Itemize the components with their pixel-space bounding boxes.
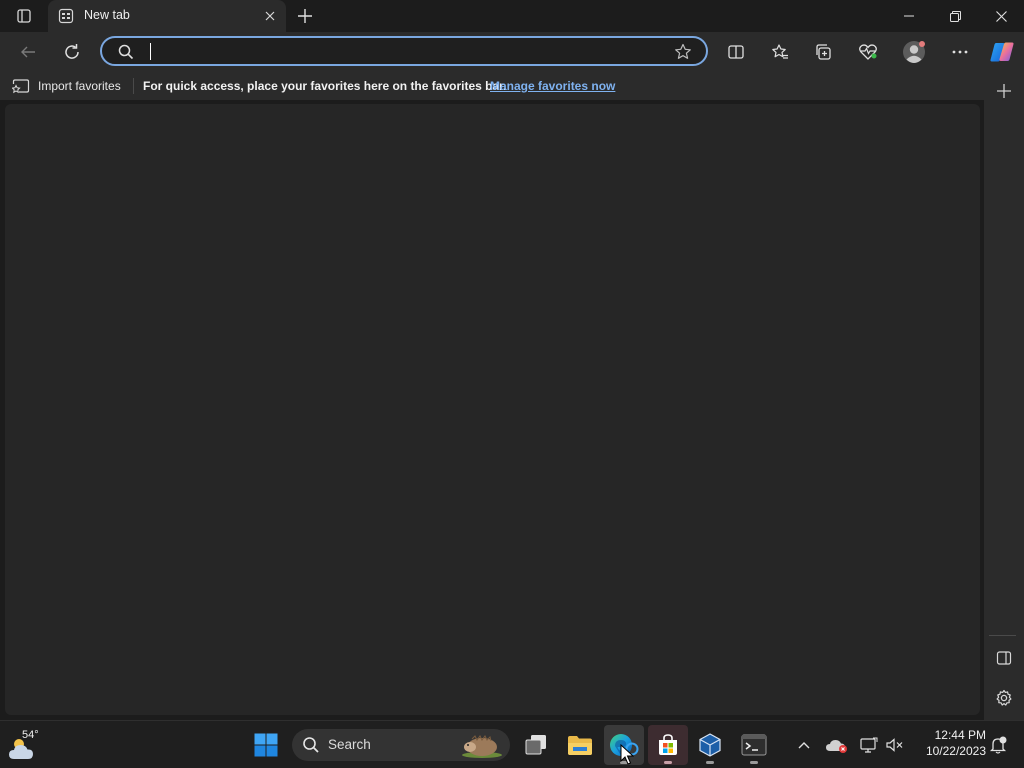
more-icon [952,50,968,54]
copilot-icon [990,42,1014,62]
file-explorer-icon [568,736,592,755]
search-label: Search [328,737,371,752]
browser-essentials-icon [859,44,877,60]
sidebar-toggle-icon [996,651,1012,665]
new-tab-favicon-icon [58,8,74,24]
close-icon [995,10,1007,22]
restore-button[interactable] [932,0,978,32]
close-icon [265,11,275,21]
collections-icon [816,44,831,60]
windows-start-icon [254,733,278,757]
settings-icon [996,689,1012,706]
clock-date: 10/22/2023 [925,744,986,758]
back-icon [21,46,35,58]
sidebar-add-button[interactable] [990,77,1018,105]
import-favorites-icon [12,79,30,94]
favorites-bar-message: For quick access, place your favorites h… [143,79,507,93]
profile-button[interactable] [900,38,928,66]
close-window-button[interactable] [978,0,1024,32]
import-favorites-button[interactable]: Import favorites [12,77,121,95]
add-icon [997,84,1011,98]
favorites-icon [772,44,788,59]
minimize-icon [904,15,914,17]
terminal-icon [741,734,767,756]
microsoft-store-icon [659,734,677,755]
search-highlight-hedgehog-icon [462,735,502,758]
volume-muted-icon [886,738,903,752]
favorites-button[interactable] [766,38,794,66]
title-bar: New tab [0,0,1024,32]
taskbar: 54° Search 12:44 PM 10/22/2023 [0,720,1024,768]
refresh-button[interactable] [58,38,86,66]
terminal-button[interactable] [734,725,774,765]
collections-button[interactable] [810,38,838,66]
taskbar-search-box[interactable]: Search [292,729,510,761]
restore-icon [949,10,961,22]
sidebar-divider [989,635,1016,636]
mouse-cursor-icon [620,744,634,765]
tab-actions-icon [17,9,31,23]
plus-icon [298,9,312,23]
tab-close-button[interactable] [262,8,278,24]
task-view-icon [525,735,546,755]
copilot-button[interactable] [988,38,1016,66]
clock-time: 12:44 PM [934,728,986,742]
task-view-button[interactable] [516,725,556,765]
hide-sidebar-button[interactable] [990,644,1018,672]
onedrive-button[interactable] [820,725,854,765]
running-indicator [706,761,714,764]
text-caret [150,43,151,60]
running-indicator [664,761,672,764]
notifications-button[interactable] [982,725,1014,765]
virtualbox-icon [699,733,721,757]
file-explorer-button[interactable] [560,725,600,765]
minimize-button[interactable] [886,0,932,32]
weather-widget[interactable]: 54° [8,729,48,761]
microsoft-store-button[interactable] [648,725,688,765]
split-screen-icon [728,45,744,59]
refresh-icon [65,44,79,59]
virtualbox-button[interactable] [690,725,730,765]
favorites-divider [133,78,134,94]
tab-title: New tab [84,8,130,22]
import-favorites-label: Import favorites [38,79,121,93]
tab-actions-button[interactable] [8,4,40,28]
manage-favorites-link[interactable]: Manage favorites now [490,79,615,93]
favorites-bar: Import favorites For quick access, place… [0,72,1024,100]
network-icon [860,737,878,753]
browser-essentials-button[interactable] [854,38,882,66]
add-favorite-icon[interactable] [674,43,692,61]
address-input[interactable] [146,41,666,61]
split-screen-button[interactable] [722,38,750,66]
running-indicator [750,761,758,764]
weather-temperature: 54° [22,729,39,741]
page-content [5,104,980,715]
sidebar-settings-button[interactable] [990,684,1018,712]
taskbar-clock[interactable]: 12:44 PM 10/22/2023 [912,727,986,759]
search-icon [118,44,134,60]
start-button[interactable] [246,725,286,765]
tab-new-tab[interactable]: New tab [48,0,286,32]
profile-icon [903,41,925,63]
chevron-up-icon [798,742,810,749]
settings-and-more-button[interactable] [946,38,974,66]
browser-toolbar [0,32,1024,72]
search-icon [303,737,319,753]
volume-button[interactable] [878,725,912,765]
notification-bell-icon [989,736,1007,754]
new-tab-button[interactable] [294,5,316,27]
back-button[interactable] [14,38,42,66]
edge-sidebar [984,72,1024,720]
address-bar[interactable] [100,36,708,66]
show-hidden-icons-button[interactable] [786,725,822,765]
onedrive-error-icon [826,740,847,753]
